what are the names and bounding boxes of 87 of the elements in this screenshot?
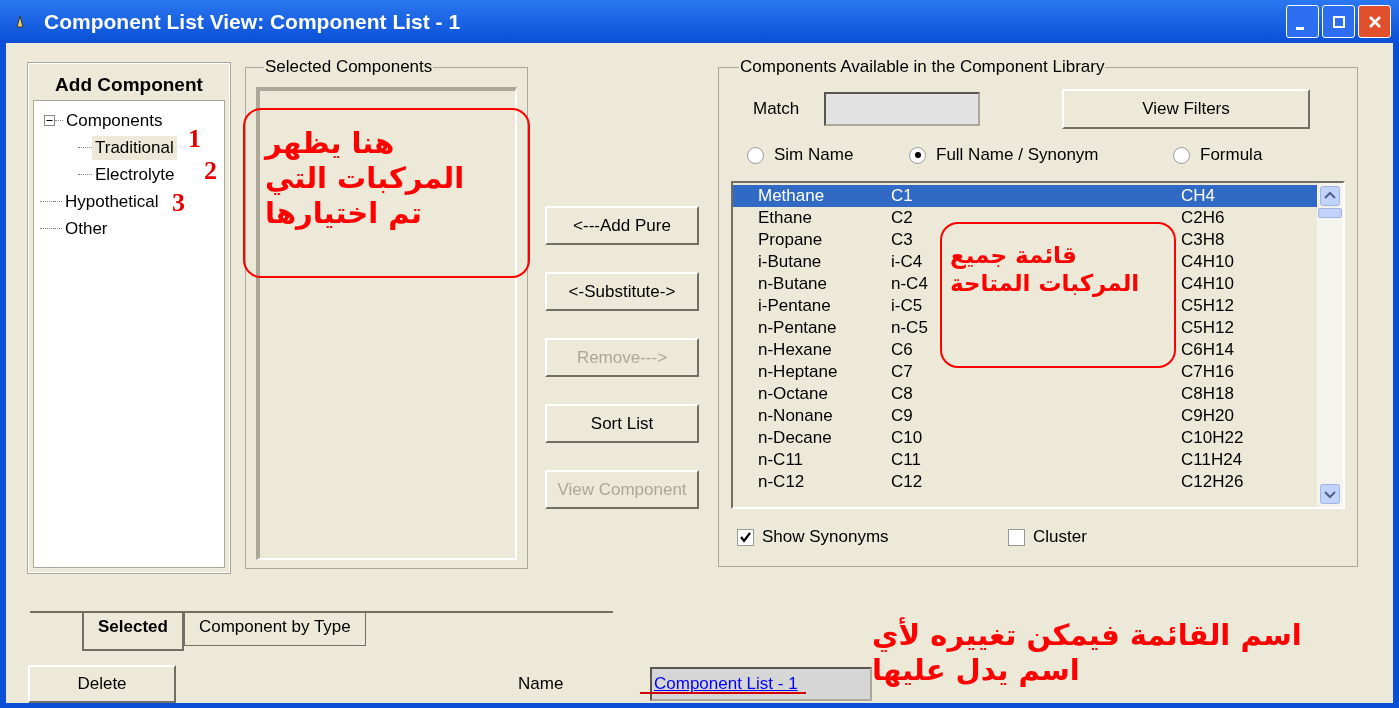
action-button[interactable]: <---Add Pure (545, 206, 699, 245)
component-name-cell[interactable]: i-Pentane (758, 296, 831, 315)
sim-name-cell: C3 (891, 230, 913, 249)
minimize-button[interactable] (1286, 5, 1319, 38)
sim-name-cell: C8 (891, 384, 913, 403)
annotation-number: 1 (188, 126, 201, 152)
annotation-note: هنا يظهر المركبات التي تم اختيارها (243, 108, 530, 278)
panel-title: Add Component (54, 73, 204, 97)
component-name-cell[interactable]: n-Heptane (758, 362, 838, 381)
annotation-number: 2 (204, 158, 217, 184)
component-name-cell[interactable]: n-Butane (758, 274, 827, 293)
annotation-note: قائمة جميع المركبات المتاحة (940, 222, 1176, 368)
component-name-cell[interactable]: n-C11 (758, 450, 804, 469)
tree-item[interactable]: Traditional (92, 135, 177, 160)
annotation-number: 3 (172, 190, 185, 216)
sim-name-cell: C12 (891, 472, 923, 491)
sim-name-cell: n-C5 (891, 318, 928, 337)
sim-name-cell: n-C4 (891, 274, 928, 293)
annotation-note: اسم القائمة فيمكن تغييره لأي اسم يدل عليها (872, 618, 1303, 688)
view-filters-button[interactable]: View Filters (1062, 89, 1310, 129)
formula-cell: C3H8 (1181, 230, 1225, 249)
formula-cell: C8H18 (1181, 384, 1234, 403)
name-field[interactable]: Component List - 1 (650, 667, 872, 701)
sim-name-cell: C7 (891, 362, 913, 381)
sim-name-cell: C9 (891, 406, 913, 425)
group-title: Selected Components (264, 57, 434, 77)
checkbox-option[interactable]: Show Synonyms (737, 527, 1008, 547)
scroll-up-icon[interactable] (1320, 186, 1340, 206)
scroll-thumb[interactable] (1318, 208, 1342, 218)
formula-cell: C9H20 (1181, 406, 1234, 425)
component-name-cell[interactable]: n-C12 (758, 472, 805, 491)
match-label: Match (752, 99, 801, 119)
minimize-icon (1295, 27, 1304, 30)
action-button[interactable]: <-Substitute-> (545, 272, 699, 311)
formula-cell: C4H10 (1181, 274, 1234, 293)
component-name-cell[interactable]: n-Hexane (758, 340, 832, 359)
component-name-cell[interactable]: n-Decane (758, 428, 832, 447)
component-name-cell[interactable]: Propane (758, 230, 823, 249)
sim-name-cell: C2 (891, 208, 913, 227)
checkmark-icon (739, 530, 752, 544)
formula-cell: C10H22 (1181, 428, 1244, 447)
app-icon (14, 14, 26, 29)
scrollbar[interactable] (1317, 183, 1343, 507)
radio-option[interactable]: Full Name / Synonym (909, 145, 1173, 165)
checkbox-option[interactable]: Cluster (1008, 527, 1087, 547)
sim-name-cell: i-C5 (891, 296, 923, 315)
radio-option[interactable]: Formula (1173, 145, 1263, 165)
component-name-cell[interactable]: i-Butane (758, 252, 822, 271)
tab[interactable]: Component by Type (183, 613, 366, 646)
sim-name-cell: C1 (891, 186, 913, 205)
formula-cell: C5H12 (1181, 318, 1234, 337)
selected-row[interactable]: Methane C1 CH4 (733, 185, 1317, 207)
formula-cell: C12H26 (1181, 472, 1244, 491)
sim-name-cell: C10 (891, 428, 923, 447)
close-icon (1367, 14, 1382, 29)
sim-name-cell: C6 (891, 340, 913, 359)
name-label: Name (518, 674, 565, 694)
scroll-down-icon[interactable] (1320, 484, 1340, 504)
formula-cell: C7H16 (1181, 362, 1234, 381)
formula-cell: CH4 (1181, 186, 1215, 205)
group-title: Components Available in the Component Library (739, 57, 1106, 77)
delete-button[interactable]: Delete (28, 665, 176, 703)
formula-cell: C5H12 (1181, 296, 1234, 315)
formula-cell: C11H24 (1181, 450, 1243, 469)
sim-name-cell: i-C4 (891, 252, 923, 271)
component-name-cell[interactable]: n-Nonane (758, 406, 833, 425)
match-field[interactable] (824, 92, 980, 126)
action-button[interactable]: Sort List (545, 404, 699, 443)
component-name-cell[interactable]: n-Octane (758, 384, 828, 403)
tab[interactable]: Selected (82, 613, 184, 651)
component-name-cell[interactable]: n-Pentane (758, 318, 837, 337)
radio-option[interactable]: Sim Name (747, 145, 909, 165)
tree-item[interactable]: Components (63, 108, 166, 133)
formula-cell: C4H10 (1181, 252, 1234, 271)
maximize-icon (1331, 14, 1346, 29)
formula-cell: C2H6 (1181, 208, 1225, 227)
component-name-cell[interactable]: Ethane (758, 208, 812, 227)
tree-item[interactable]: Other (62, 216, 111, 241)
sim-name-cell: C11 (891, 450, 921, 469)
close-button[interactable] (1358, 5, 1391, 38)
tree-item[interactable]: Hypothetical (62, 189, 162, 214)
formula-cell: C6H14 (1181, 340, 1234, 359)
maximize-button[interactable] (1322, 5, 1355, 38)
component-name-cell[interactable]: Methane (758, 186, 825, 205)
tree-item[interactable]: Electrolyte (92, 162, 178, 187)
window-title: Component List View: Component List - 1 (44, 9, 462, 34)
collapse-icon[interactable] (44, 115, 55, 126)
